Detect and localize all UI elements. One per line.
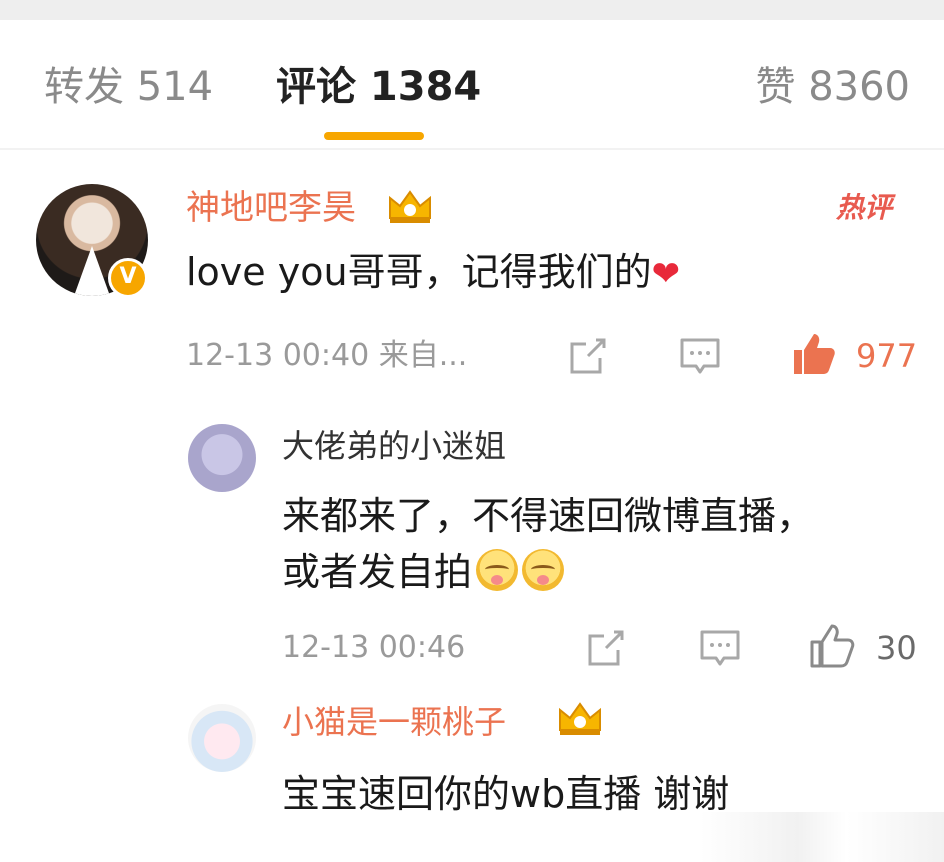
tab-repost[interactable]: 转发 514 [44,64,213,110]
share-icon[interactable] [584,626,628,670]
comment-icon[interactable] [698,626,742,670]
tab-bar: 转发 514 评论 1384 赞 8360 [0,40,944,150]
pleading-face-icon [522,549,565,591]
comment-text-line-with-emoji: 或者发自拍 [282,544,922,600]
comment-text: 来都来了，不得速回微博直播， 或者发自拍 [282,488,922,600]
hot-comment-tag: 热评 [836,191,893,224]
like-count: 30 [876,629,917,667]
comment-meta: 12-13 00:46 [282,630,466,665]
comment-text-line: 来都来了，不得速回微博直播， [282,494,815,538]
avatar[interactable] [188,704,256,772]
like-icon[interactable] [808,622,856,670]
red-heart-icon: ❤ [651,254,681,294]
share-icon[interactable] [566,334,610,378]
avatar[interactable] [188,424,256,492]
comment-username[interactable]: 小猫是一颗桃子 [282,702,506,742]
tab-divider [0,148,944,150]
pleading-face-icon [476,549,519,591]
status-bar-area [0,0,944,20]
tab-likes[interactable]: 赞 8360 [755,64,910,110]
crown-badge-icon [559,702,601,735]
like-count: 977 [856,337,918,375]
comment-meta: 12-13 00:40 来自... [186,338,468,373]
bottom-blur-overlay [700,812,944,862]
verified-v-icon: V [108,258,148,298]
active-tab-indicator [324,132,424,140]
comment-icon[interactable] [678,334,722,378]
comment-text: 宝宝速回你的wb直播 谢谢 [282,772,730,816]
tab-comments[interactable]: 评论 1384 [276,64,481,110]
comment-text-line: 或者发自拍 [282,550,473,594]
like-icon-active[interactable] [790,330,838,378]
comment-text-content: love you哥哥，记得我们的 [186,250,652,294]
comment-username[interactable]: 大佬弟的小迷姐 [282,426,506,466]
comment-text: love you哥哥，记得我们的❤ [186,244,680,302]
comment-username[interactable]: 神地吧李昊 [186,188,356,228]
crown-badge-icon [389,190,431,223]
